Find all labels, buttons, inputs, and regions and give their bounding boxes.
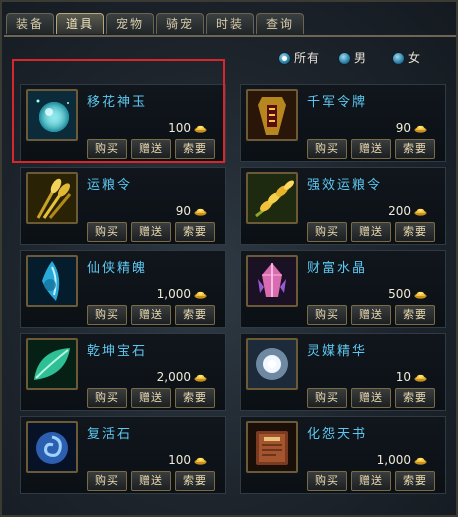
tab-fashion[interactable]: 时装 — [206, 13, 254, 34]
shop-panel: 装备 道具 宠物 骑宠 时装 查询 所有 男 女 移花神玉 100 购买 赠送 — [0, 0, 458, 517]
request-button[interactable]: 索要 — [175, 388, 215, 408]
item-price: 2,000 — [156, 370, 191, 384]
request-button[interactable]: 索要 — [175, 471, 215, 491]
item-name: 运粮令 — [87, 178, 133, 193]
buy-button[interactable]: 购买 — [87, 222, 127, 242]
item-price: 500 — [388, 287, 411, 301]
tab-items[interactable]: 道具 — [56, 13, 104, 34]
request-button[interactable]: 索要 — [395, 471, 435, 491]
item-price: 200 — [388, 204, 411, 218]
wheat-icon — [26, 172, 78, 224]
request-button[interactable]: 索要 — [395, 388, 435, 408]
buy-button[interactable]: 购买 — [307, 471, 347, 491]
gift-button[interactable]: 赠送 — [351, 139, 391, 159]
tab-equipment[interactable]: 装备 — [6, 13, 54, 34]
tab-pets[interactable]: 宠物 — [106, 13, 154, 34]
gold-ingot-icon — [194, 291, 207, 299]
gift-button[interactable]: 赠送 — [351, 388, 391, 408]
item-card[interactable]: 千军令牌 90 购买 赠送 索要 — [240, 84, 446, 162]
item-name: 财富水晶 — [307, 261, 368, 276]
gift-button[interactable]: 赠送 — [351, 471, 391, 491]
gift-button[interactable]: 赠送 — [131, 471, 171, 491]
buy-button[interactable]: 购买 — [307, 388, 347, 408]
request-button[interactable]: 索要 — [175, 222, 215, 242]
buy-button[interactable]: 购买 — [307, 139, 347, 159]
gold-ingot-icon — [414, 374, 427, 382]
request-button[interactable]: 索要 — [395, 139, 435, 159]
buy-button[interactable]: 购买 — [87, 471, 127, 491]
golden-wheat-icon — [246, 172, 298, 224]
gold-ingot-icon — [194, 457, 207, 465]
item-name: 复活石 — [87, 427, 133, 442]
radio-icon — [338, 52, 351, 65]
item-price: 1,000 — [376, 453, 411, 467]
buy-button[interactable]: 购买 — [87, 388, 127, 408]
item-price: 1,000 — [156, 287, 191, 301]
item-name: 仙侠精魄 — [87, 261, 148, 276]
gift-button[interactable]: 赠送 — [351, 305, 391, 325]
request-button[interactable]: 索要 — [395, 305, 435, 325]
radio-icon — [392, 52, 405, 65]
gift-button[interactable]: 赠送 — [131, 222, 171, 242]
item-name: 强效运粮令 — [307, 178, 383, 193]
item-card[interactable]: 灵媒精华 10 购买 赠送 索要 — [240, 333, 446, 411]
gift-button[interactable]: 赠送 — [351, 222, 391, 242]
gold-ingot-icon — [194, 374, 207, 382]
item-card[interactable]: 仙侠精魄 1,000 购买 赠送 索要 — [20, 250, 226, 328]
heavenly-book-icon — [246, 421, 298, 473]
item-card[interactable]: 化怨天书 1,000 购买 赠送 索要 — [240, 416, 446, 494]
revival-stone-icon — [26, 421, 78, 473]
filter-female-label: 女 — [408, 51, 422, 65]
tab-mounts[interactable]: 骑宠 — [156, 13, 204, 34]
item-card[interactable]: 财富水晶 500 购买 赠送 索要 — [240, 250, 446, 328]
item-card[interactable]: 运粮令 90 购买 赠送 索要 — [20, 167, 226, 245]
light-essence-icon — [246, 338, 298, 390]
item-price: 10 — [395, 370, 411, 384]
item-card[interactable]: 强效运粮令 200 购买 赠送 索要 — [240, 167, 446, 245]
radio-selected-icon — [278, 52, 291, 65]
gold-ingot-icon — [414, 125, 427, 133]
gold-ingot-icon — [414, 457, 427, 465]
item-name: 灵媒精华 — [307, 344, 368, 359]
buy-button[interactable]: 购买 — [87, 305, 127, 325]
item-card[interactable]: 复活石 100 购买 赠送 索要 — [20, 416, 226, 494]
tab-query[interactable]: 查询 — [256, 13, 304, 34]
filter-all-label: 所有 — [294, 51, 321, 65]
jade-leaf-gem-icon — [26, 338, 78, 390]
selection-highlight — [12, 59, 225, 163]
gold-ingot-icon — [414, 291, 427, 299]
item-price: 100 — [168, 453, 191, 467]
tab-divider — [4, 35, 456, 37]
request-button[interactable]: 索要 — [395, 222, 435, 242]
filter-male-label: 男 — [354, 51, 368, 65]
item-name: 乾坤宝石 — [87, 344, 148, 359]
gift-button[interactable]: 赠送 — [131, 388, 171, 408]
item-name: 千军令牌 — [307, 95, 368, 110]
gold-ingot-icon — [414, 208, 427, 216]
item-card[interactable]: 乾坤宝石 2,000 购买 赠送 索要 — [20, 333, 226, 411]
item-price: 90 — [175, 204, 191, 218]
wealth-crystal-icon — [246, 255, 298, 307]
spirit-crystal-icon — [26, 255, 78, 307]
item-name: 化怨天书 — [307, 427, 368, 442]
item-price: 90 — [395, 121, 411, 135]
buy-button[interactable]: 购买 — [307, 222, 347, 242]
command-token-icon — [246, 89, 298, 141]
buy-button[interactable]: 购买 — [307, 305, 347, 325]
gift-button[interactable]: 赠送 — [131, 305, 171, 325]
request-button[interactable]: 索要 — [175, 305, 215, 325]
gold-ingot-icon — [194, 208, 207, 216]
